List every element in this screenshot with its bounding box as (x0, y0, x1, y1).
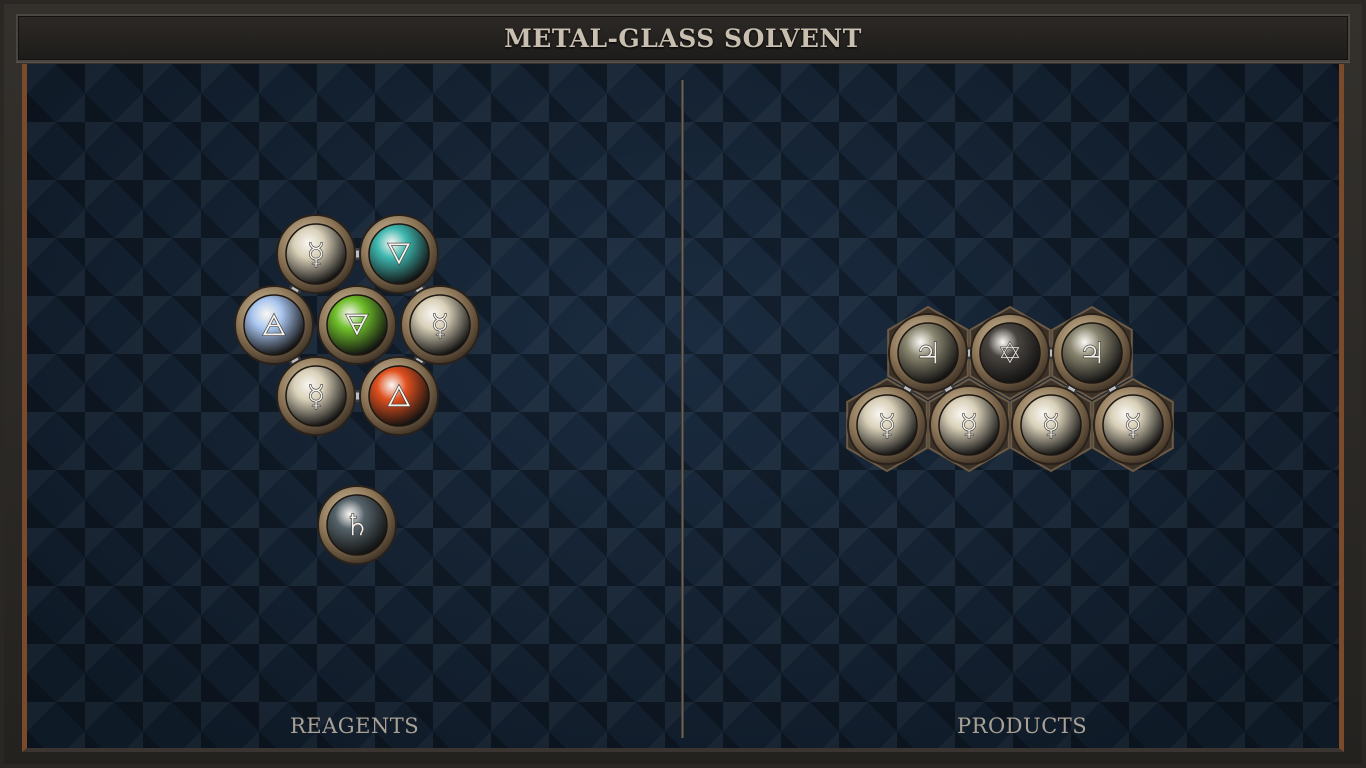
quicksilver-symbol-icon: ☿ (307, 238, 325, 273)
quicksilver-symbol-icon: ☿ (431, 309, 449, 344)
quicksilver-symbol-icon: ☿ (1042, 409, 1060, 444)
quicksilver-symbol-icon: ☿ (1124, 409, 1142, 444)
molecule-layer: ☿ 🜄 🜁 🜃 ☿ ☿ 🜂 ♄ ♃ ✡ ♃ ☿ ☿ ☿ ☿ (234, 214, 1174, 565)
quicksilver-symbol-icon: ☿ (960, 409, 978, 444)
product-molecules[interactable]: ♃ ✡ ♃ ☿ ☿ ☿ ☿ (846, 305, 1174, 473)
air-symbol-icon: 🜁 (261, 309, 287, 344)
fire-symbol-icon: 🜂 (386, 380, 412, 415)
reagent-molecules[interactable]: ☿ 🜄 🜁 🜃 ☿ ☿ 🜂 ♄ (234, 214, 480, 565)
quicksilver-symbol-icon: ☿ (307, 380, 325, 415)
tin-symbol-icon: ♃ (1079, 337, 1106, 372)
quicksilver-symbol-icon: ☿ (878, 409, 896, 444)
reagents-label: REAGENTS (290, 714, 420, 738)
earth-symbol-icon: 🜃 (344, 309, 370, 344)
tin-symbol-icon: ♃ (915, 337, 942, 372)
products-label: PRODUCTS (957, 714, 1088, 738)
salt-symbol-icon: ✡ (997, 337, 1022, 372)
water-symbol-icon: 🜄 (386, 238, 412, 273)
lead-symbol-icon: ♄ (344, 509, 371, 544)
